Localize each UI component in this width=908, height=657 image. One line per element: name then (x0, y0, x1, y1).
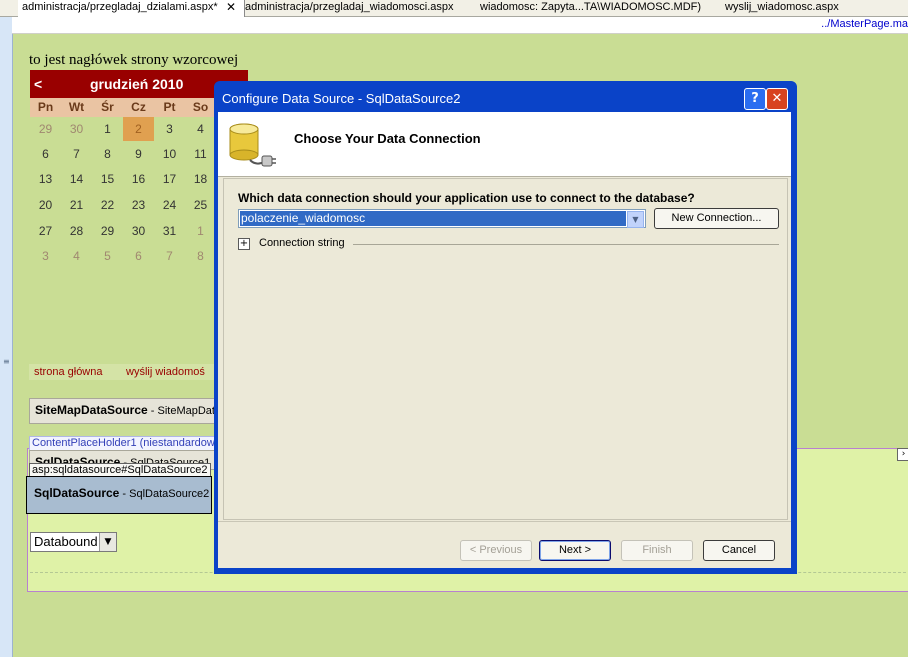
sitemap-datasource-control[interactable]: SiteMapDataSource - SiteMapData (29, 398, 217, 424)
nav-item-send-message[interactable]: wyślij wiadomoś (126, 366, 205, 378)
calendar-dow: Pt (163, 100, 176, 114)
left-gutter: ≡ (0, 17, 13, 657)
calendar-day[interactable]: 22 (92, 193, 123, 217)
calendar-day[interactable]: 9 (123, 142, 154, 166)
finish-button[interactable]: Finish (621, 540, 693, 561)
calendar-day[interactable]: 28 (61, 219, 92, 243)
calendar-day[interactable]: 1 (185, 219, 216, 243)
calendar-prev-link[interactable]: < (34, 76, 42, 92)
navigation-menu: strona główna wyślij wiadomoś (29, 364, 219, 380)
calendar-day[interactable]: 11 (185, 142, 216, 166)
calendar-day[interactable]: 17 (154, 167, 185, 191)
calendar-day[interactable]: 10 (154, 142, 185, 166)
master-page-link[interactable]: ../MasterPage.ma (821, 18, 908, 30)
document-tab-strip: administracja/przegladaj_dzialami.aspx* … (0, 0, 908, 17)
connection-string-label: Connection string (259, 237, 345, 249)
connection-selected-value: polaczenie_wiadomosc (240, 211, 626, 226)
calendar-dow: Pn (37, 100, 54, 114)
tab-label: wiadomosc: Zapyta...TA\WIADOMOSC.MDF) (480, 1, 702, 13)
gutter-marker: ≡ (3, 357, 10, 366)
calendar-day[interactable]: 6 (123, 244, 154, 268)
expand-plus-icon[interactable]: + (238, 238, 250, 250)
tab-label: administracja/przegladaj_dzialami.aspx* (22, 1, 218, 13)
calendar-day[interactable]: 6 (30, 142, 61, 166)
calendar-day[interactable]: 21 (61, 193, 92, 217)
calendar-day[interactable]: 1 (92, 117, 123, 141)
tab-label: administracja/przegladaj_wiadomosci.aspx (245, 1, 454, 13)
calendar-day[interactable]: 24 (154, 193, 185, 217)
calendar-day[interactable]: 18 (185, 167, 216, 191)
dropdown-value: Databound (34, 534, 98, 549)
previous-button[interactable]: < Previous (460, 540, 532, 561)
calendar-day[interactable]: 16 (123, 167, 154, 191)
calendar-day[interactable]: 14 (61, 167, 92, 191)
calendar-day[interactable]: 15 (92, 167, 123, 191)
calendar-day[interactable]: 7 (154, 244, 185, 268)
content-placeholder-label: ContentPlaceHolder1 (niestandardow (29, 436, 218, 451)
path-bar: ../MasterPage.ma (12, 17, 908, 34)
databound-dropdown[interactable]: Databound ▼ (30, 532, 117, 552)
placeholder-dotted-area (30, 572, 906, 589)
dialog-title: Configure Data Source - SqlDataSource2 (222, 91, 461, 106)
next-button[interactable]: Next > (539, 540, 611, 561)
control-id: SqlDataSource2 (129, 488, 210, 500)
calendar-day[interactable]: 20 (30, 193, 61, 217)
footer-divider (218, 521, 791, 522)
connection-combobox[interactable]: polaczenie_wiadomosc ▼ (238, 209, 646, 228)
configure-datasource-dialog: Configure Data Source - SqlDataSource2 ?… (214, 81, 797, 574)
calendar-day[interactable]: 31 (154, 219, 185, 243)
calendar-dow: Cz (131, 100, 146, 114)
chevron-down-icon[interactable]: ▼ (627, 211, 644, 228)
calendar-day[interactable]: 30 (61, 117, 92, 141)
dialog-banner: Choose Your Data Connection (218, 112, 791, 177)
database-connection-icon (229, 123, 276, 167)
chevron-down-icon[interactable]: ▼ (99, 533, 116, 551)
calendar-dow: Wt (68, 100, 85, 114)
calendar-day[interactable]: 27 (30, 219, 61, 243)
close-icon[interactable]: ✕ (766, 88, 788, 110)
dialog-content-panel: Which data connection should your applic… (223, 178, 788, 520)
calendar-day[interactable]: 7 (61, 142, 92, 166)
calendar-day[interactable]: 4 (185, 117, 216, 141)
calendar-day[interactable]: 3 (30, 244, 61, 268)
calendar-dow: So (192, 100, 209, 114)
sqldatasource2-control-selected[interactable]: SqlDataSource - SqlDataSource2 (26, 476, 212, 514)
tab-przegladaj-dzialami[interactable]: administracja/przegladaj_dzialami.aspx* (18, 0, 245, 17)
calendar-day[interactable]: 29 (92, 219, 123, 243)
section-divider (353, 244, 779, 245)
control-id: SiteMapData (157, 405, 217, 417)
dialog-body: Choose Your Data Connection Which data c… (218, 112, 791, 568)
calendar-day[interactable]: 4 (61, 244, 92, 268)
banner-heading: Choose Your Data Connection (294, 131, 481, 146)
calendar-day[interactable]: 13 (30, 167, 61, 191)
connection-question-label: Which data connection should your applic… (238, 191, 695, 205)
calendar-month-label: grudzień 2010 (90, 76, 184, 92)
calendar-day[interactable]: 3 (154, 117, 185, 141)
calendar-day[interactable]: 5 (92, 244, 123, 268)
calendar-day[interactable]: 25 (185, 193, 216, 217)
nav-item-home[interactable]: strona główna (34, 366, 103, 378)
calendar-day-selected[interactable]: 2 (123, 117, 154, 141)
new-connection-button[interactable]: New Connection... (654, 208, 779, 229)
smart-tag-icon[interactable]: › (897, 448, 908, 461)
calendar-day[interactable]: 8 (185, 244, 216, 268)
calendar-day[interactable]: 8 (92, 142, 123, 166)
control-type: SqlDataSource (34, 486, 120, 500)
help-icon[interactable]: ? (744, 88, 766, 110)
page-header-text: to jest nagłówek strony wzorcowej (29, 52, 239, 68)
calendar-day[interactable]: 23 (123, 193, 154, 217)
calendar-day[interactable]: 29 (30, 117, 61, 141)
tab-close-icon[interactable]: ✕ (226, 0, 236, 14)
tab-przegladaj-wiadomosci[interactable]: administracja/przegladaj_wiadomosci.aspx (241, 0, 454, 16)
calendar-day[interactable]: 30 (123, 219, 154, 243)
tab-wiadomosc-query[interactable]: wiadomosc: Zapyta...TA\WIADOMOSC.MDF) (476, 0, 701, 16)
cancel-button[interactable]: Cancel (703, 540, 775, 561)
element-tag-label: asp:sqldatasource#SqlDataSource2 (29, 463, 211, 477)
calendar-dow: Śr (101, 100, 114, 114)
tab-label: wyslij_wiadomosc.aspx (725, 1, 839, 13)
control-type: SiteMapDataSource (35, 403, 148, 417)
tab-wyslij-wiadomosc[interactable]: wyslij_wiadomosc.aspx (721, 0, 839, 16)
